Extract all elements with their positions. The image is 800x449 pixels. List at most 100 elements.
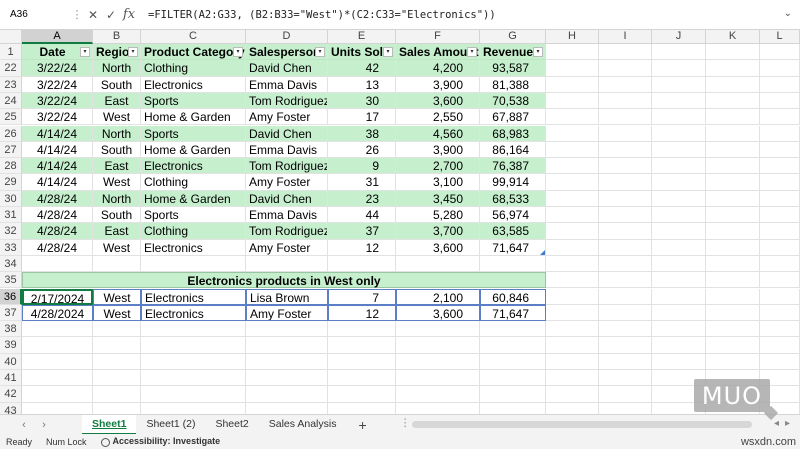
filter-dropdown-icon[interactable]: ▾ bbox=[233, 47, 243, 57]
empty-cell[interactable] bbox=[396, 402, 480, 414]
table-cell[interactable]: 26 bbox=[328, 141, 396, 159]
empty-cell[interactable] bbox=[706, 44, 760, 61]
empty-cell[interactable] bbox=[599, 207, 652, 224]
table-cell[interactable]: 93,587 bbox=[480, 60, 546, 77]
table-cell[interactable]: North bbox=[93, 190, 141, 207]
empty-cell[interactable] bbox=[246, 353, 328, 370]
empty-cell[interactable] bbox=[652, 321, 706, 338]
table-header-cell[interactable]: Date ▾ bbox=[22, 44, 93, 61]
empty-cell[interactable] bbox=[599, 141, 652, 159]
empty-cell[interactable] bbox=[93, 255, 141, 273]
empty-cell[interactable] bbox=[246, 386, 328, 403]
empty-cell[interactable] bbox=[93, 321, 141, 338]
result-cell[interactable]: 71,647 bbox=[480, 304, 546, 322]
result-cell[interactable]: 12 bbox=[328, 304, 396, 322]
table-cell[interactable]: Home & Garden bbox=[141, 109, 246, 126]
empty-cell[interactable] bbox=[760, 76, 800, 93]
more-icon[interactable]: ⋮ bbox=[400, 417, 411, 429]
table-cell[interactable]: 12 bbox=[328, 239, 396, 256]
table-cell[interactable]: 9 bbox=[328, 158, 396, 175]
empty-cell[interactable] bbox=[760, 255, 800, 273]
table-cell[interactable]: 4/14/24 bbox=[22, 141, 93, 159]
row-header-26[interactable]: 26 bbox=[0, 125, 22, 142]
empty-cell[interactable] bbox=[22, 321, 93, 338]
empty-cell[interactable] bbox=[760, 353, 800, 370]
empty-cell[interactable] bbox=[546, 223, 599, 240]
table-cell[interactable]: West bbox=[93, 109, 141, 126]
select-all-corner[interactable] bbox=[0, 30, 22, 44]
empty-cell[interactable] bbox=[22, 255, 93, 273]
table-cell[interactable]: East bbox=[93, 223, 141, 240]
empty-cell[interactable] bbox=[141, 337, 246, 354]
column-header-c[interactable]: C bbox=[141, 30, 246, 44]
filter-dropdown-icon[interactable]: ▾ bbox=[383, 47, 393, 57]
row-header-40[interactable]: 40 bbox=[0, 353, 22, 370]
empty-cell[interactable] bbox=[546, 370, 599, 387]
empty-cell[interactable] bbox=[599, 370, 652, 387]
result-cell[interactable]: Electronics bbox=[141, 288, 246, 305]
column-header-a[interactable]: A bbox=[22, 30, 93, 44]
empty-cell[interactable] bbox=[760, 272, 800, 289]
empty-cell[interactable] bbox=[760, 60, 800, 77]
empty-cell[interactable] bbox=[599, 125, 652, 142]
table-cell[interactable]: West bbox=[93, 239, 141, 256]
empty-cell[interactable] bbox=[141, 386, 246, 403]
table-cell[interactable]: Sports bbox=[141, 125, 246, 142]
table-cell[interactable]: 2,700 bbox=[396, 158, 480, 175]
empty-cell[interactable] bbox=[652, 239, 706, 256]
insert-function-button[interactable]: fx bbox=[120, 7, 138, 22]
table-cell[interactable]: 4/14/24 bbox=[22, 125, 93, 142]
worksheet-grid[interactable]: A B C D E F G H I J K L 1 22 23 24 25 26 27 28 29 30 31 32 33 34 3… bbox=[0, 30, 800, 414]
empty-cell[interactable] bbox=[652, 92, 706, 110]
empty-cell[interactable] bbox=[706, 337, 760, 354]
table-cell[interactable]: 4/14/24 bbox=[22, 174, 93, 191]
empty-cell[interactable] bbox=[652, 337, 706, 354]
table-cell[interactable]: Home & Garden bbox=[141, 141, 246, 159]
result-cell[interactable]: 2/17/2024 bbox=[22, 288, 93, 305]
row-header-22[interactable]: 22 bbox=[0, 60, 22, 77]
table-cell[interactable]: West bbox=[93, 174, 141, 191]
table-cell[interactable]: 99,914 bbox=[480, 174, 546, 191]
empty-cell[interactable] bbox=[546, 386, 599, 403]
column-header-f[interactable]: F bbox=[396, 30, 480, 44]
scroll-left-icon[interactable]: ◂ bbox=[774, 418, 779, 429]
table-cell[interactable]: East bbox=[93, 158, 141, 175]
empty-cell[interactable] bbox=[599, 76, 652, 93]
empty-cell[interactable] bbox=[599, 288, 652, 305]
table-cell[interactable]: 3,600 bbox=[396, 239, 480, 256]
empty-cell[interactable] bbox=[706, 92, 760, 110]
empty-cell[interactable] bbox=[760, 223, 800, 240]
table-cell[interactable]: North bbox=[93, 125, 141, 142]
table-cell[interactable]: Electronics bbox=[141, 76, 246, 93]
table-cell[interactable]: 3/22/24 bbox=[22, 76, 93, 93]
empty-cell[interactable] bbox=[652, 190, 706, 207]
row-header-37[interactable]: 37 bbox=[0, 304, 22, 322]
empty-cell[interactable] bbox=[328, 402, 396, 414]
empty-cell[interactable] bbox=[599, 190, 652, 207]
empty-cell[interactable] bbox=[599, 386, 652, 403]
table-cell[interactable]: David Chen bbox=[246, 60, 328, 77]
empty-cell[interactable] bbox=[706, 60, 760, 77]
empty-cell[interactable] bbox=[760, 92, 800, 110]
empty-cell[interactable] bbox=[599, 353, 652, 370]
empty-cell[interactable] bbox=[93, 337, 141, 354]
tab-sales-analysis[interactable]: Sales Analysis bbox=[259, 415, 347, 435]
table-cell[interactable]: Tom Rodriguez bbox=[246, 92, 328, 110]
table-cell[interactable]: 2,550 bbox=[396, 109, 480, 126]
empty-cell[interactable] bbox=[546, 92, 599, 110]
empty-cell[interactable] bbox=[599, 255, 652, 273]
empty-cell[interactable] bbox=[480, 353, 546, 370]
empty-cell[interactable] bbox=[546, 60, 599, 77]
table-cell[interactable]: 3,600 bbox=[396, 92, 480, 110]
table-header-cell[interactable]: Product Category ▾ bbox=[141, 44, 246, 61]
row-header-42[interactable]: 42 bbox=[0, 386, 22, 403]
table-cell[interactable]: 68,983 bbox=[480, 125, 546, 142]
table-cell[interactable]: 4/28/24 bbox=[22, 239, 93, 256]
empty-cell[interactable] bbox=[546, 288, 599, 305]
table-cell[interactable]: North bbox=[93, 60, 141, 77]
empty-cell[interactable] bbox=[652, 60, 706, 77]
empty-cell[interactable] bbox=[706, 207, 760, 224]
empty-cell[interactable] bbox=[141, 353, 246, 370]
empty-cell[interactable] bbox=[599, 223, 652, 240]
table-cell[interactable]: 3/22/24 bbox=[22, 109, 93, 126]
